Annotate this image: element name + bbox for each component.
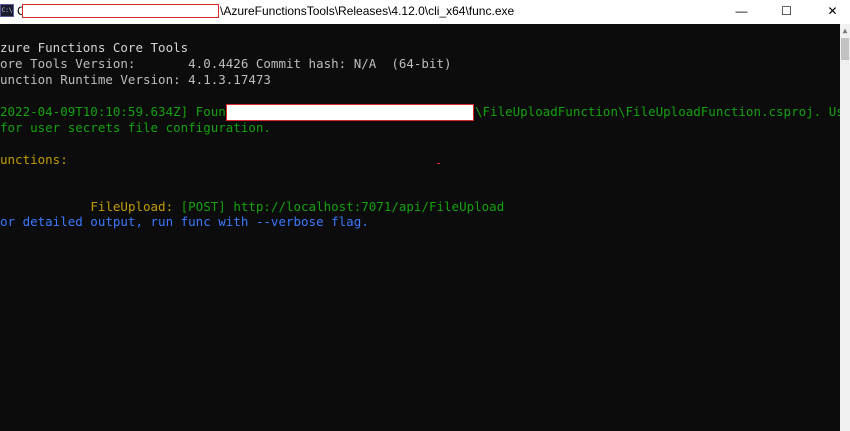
user-secrets-line: for user secrets file configuration. bbox=[0, 120, 271, 135]
minimize-icon: — bbox=[735, 4, 748, 18]
vertical-scrollbar[interactable]: ▲ bbox=[840, 24, 850, 431]
console-app-icon[interactable]: C:\ bbox=[0, 4, 14, 17]
minimize-button[interactable]: — bbox=[719, 0, 764, 22]
maximize-icon: ☐ bbox=[781, 4, 792, 18]
console-header: zure Functions Core Tools bbox=[0, 40, 189, 55]
redacted-project-path bbox=[226, 104, 474, 121]
console-output[interactable]: zure Functions Core Tools ore Tools Vers… bbox=[0, 24, 840, 431]
function-url: [POST] http://localhost:7071/api/FileUpl… bbox=[173, 199, 505, 214]
runtime-version-line: unction Runtime Version: 4.1.3.17473 bbox=[0, 72, 271, 87]
red-dash-mark bbox=[437, 163, 440, 164]
function-name: FileUpload: bbox=[30, 199, 174, 214]
found-project-prefix: 2022-04-09T10:10:59.634Z] Found bbox=[0, 104, 241, 119]
verbose-hint-line: or detailed output, run func with --verb… bbox=[0, 214, 369, 229]
maximize-button[interactable]: ☐ bbox=[764, 0, 809, 22]
close-icon: ✕ bbox=[827, 4, 838, 18]
function-entry: FileUpload: [POST] http://localhost:7071… bbox=[0, 183, 504, 214]
window-titlebar[interactable]: C:\ C \AzureFunctionsTools\Releases\4.12… bbox=[0, 0, 850, 24]
found-project-suffix: \FileUploadFunction\FileUploadFunction.c… bbox=[475, 104, 840, 119]
scroll-up-arrow-icon[interactable]: ▲ bbox=[840, 24, 850, 38]
close-button[interactable]: ✕ bbox=[810, 0, 850, 22]
functions-heading: unctions: bbox=[0, 152, 68, 167]
redacted-path-box bbox=[22, 4, 219, 18]
core-tools-version-line: ore Tools Version: 4.0.4426 Commit hash:… bbox=[0, 56, 452, 71]
window-title: \AzureFunctionsTools\Releases\4.12.0\cli… bbox=[220, 4, 515, 18]
scroll-thumb[interactable] bbox=[841, 38, 849, 60]
